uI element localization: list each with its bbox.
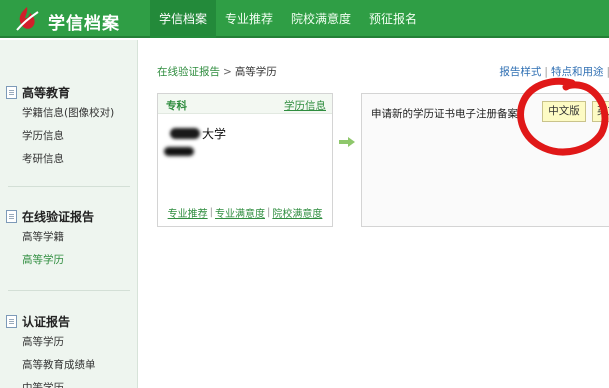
sidebar-item-cert-transcript[interactable]: 高等教育成绩单 (0, 354, 138, 377)
degree-card-header: 专科 学历信息 (158, 94, 332, 114)
sidebar-group-title: 高等教育 (0, 82, 138, 102)
link-divider: | (544, 66, 548, 78)
sidebar-group-label: 高等教育 (22, 85, 71, 100)
breadcrumb-online-report-link[interactable]: 在线验证报告 (157, 66, 220, 78)
top-navbar: 学信档案 学信档案 专业推荐 院校满意度 预征报名 (0, 0, 609, 38)
sidebar-group-title: 在线验证报告 (0, 206, 138, 226)
redacted-school-name (170, 127, 200, 139)
apply-panel: 申请新的学历证书电子注册备案： 中文版 英文版 (361, 93, 609, 227)
sidebar-divider (8, 290, 130, 291)
report-style-link[interactable]: 报告样式 (499, 66, 541, 78)
sidebar-group-certification-report: 认证报告 高等学历 高等教育成绩单 中等学历 (0, 311, 138, 388)
link-divider: | (209, 206, 213, 218)
degree-info-link[interactable]: 学历信息 (284, 98, 326, 113)
sidebar-item-postgrad-exam-info[interactable]: 考研信息 (0, 148, 138, 171)
main-nav: 学信档案 专业推荐 院校满意度 预征报名 (150, 0, 426, 38)
link-divider: | (267, 206, 271, 218)
sidebar-group-label: 在线验证报告 (22, 209, 95, 224)
document-icon (6, 314, 17, 328)
flame-logo-icon (16, 7, 39, 31)
major-recommend-link[interactable]: 专业推荐 (168, 205, 208, 220)
breadcrumb-current: 高等学历 (234, 66, 277, 78)
nav-item-school-satisfaction[interactable]: 院校满意度 (282, 0, 360, 38)
logo-text: 学信档案 (48, 14, 120, 34)
redacted-major-name (164, 147, 194, 156)
degree-card-links: 专业推荐 | 专业满意度 | 院校满意度 (158, 204, 332, 220)
sidebar-group-higher-education: 高等教育 学籍信息(图像校对) 学历信息 考研信息 (0, 82, 138, 171)
sidebar-group-online-verification: 在线验证报告 高等学籍 高等学历 (0, 206, 138, 272)
sidebar-item-enrollment-info[interactable]: 学籍信息(图像校对) (0, 102, 138, 125)
document-icon (6, 209, 17, 223)
degree-card: 专科 学历信息 大学 专业推荐 | 专业满意度 | 院校满意度 (157, 93, 333, 227)
school-satisfaction-link[interactable]: 院校满意度 (272, 205, 322, 220)
english-version-button[interactable]: 英文版 (592, 101, 609, 122)
logo[interactable]: 学信档案 (10, 4, 130, 34)
sidebar-group-label: 认证报告 (22, 314, 71, 329)
major-satisfaction-link[interactable]: 专业满意度 (215, 205, 265, 220)
nav-item-xuexin-archive[interactable]: 学信档案 (150, 0, 217, 38)
sidebar-item-cert-secondary[interactable]: 中等学历 (0, 377, 138, 388)
sidebar-item-cert-higher-degree[interactable]: 高等学历 (0, 331, 138, 354)
school-name: 大学 (170, 125, 226, 141)
sidebar-group-title: 认证报告 (0, 311, 138, 331)
features-usage-link[interactable]: 特点和用途 (551, 66, 604, 78)
degree-level-label: 专科 (166, 100, 187, 112)
sidebar-item-higher-enrollment[interactable]: 高等学籍 (0, 226, 138, 249)
school-name-suffix: 大学 (202, 126, 227, 141)
sidebar-divider (8, 186, 130, 187)
document-icon (6, 85, 17, 99)
sidebar-item-higher-degree[interactable]: 高等学历 (0, 249, 138, 272)
breadcrumb-row: 在线验证报告 > 高等学历 报告样式 | 特点和用途 | (157, 64, 609, 80)
nav-item-major-recommend[interactable]: 专业推荐 (216, 0, 282, 38)
sidebar-item-degree-info[interactable]: 学历信息 (0, 125, 138, 148)
chinese-version-button[interactable]: 中文版 (542, 101, 586, 122)
sidebar: 高等教育 学籍信息(图像校对) 学历信息 考研信息 在线验证报告 高等学籍 高等… (0, 40, 138, 388)
report-links: 报告样式 | 特点和用途 | (499, 64, 609, 79)
apply-registration-text: 申请新的学历证书电子注册备案： (371, 108, 529, 120)
nav-item-conscription-signup[interactable]: 预征报名 (360, 0, 426, 38)
arrow-right-icon (339, 137, 355, 147)
breadcrumb-separator: > (223, 66, 232, 78)
main-content: 在线验证报告 > 高等学历 报告样式 | 特点和用途 | 专科 学历信息 大学 专业推荐 |… (139, 40, 609, 388)
breadcrumb: 在线验证报告 > 高等学历 (157, 64, 277, 79)
